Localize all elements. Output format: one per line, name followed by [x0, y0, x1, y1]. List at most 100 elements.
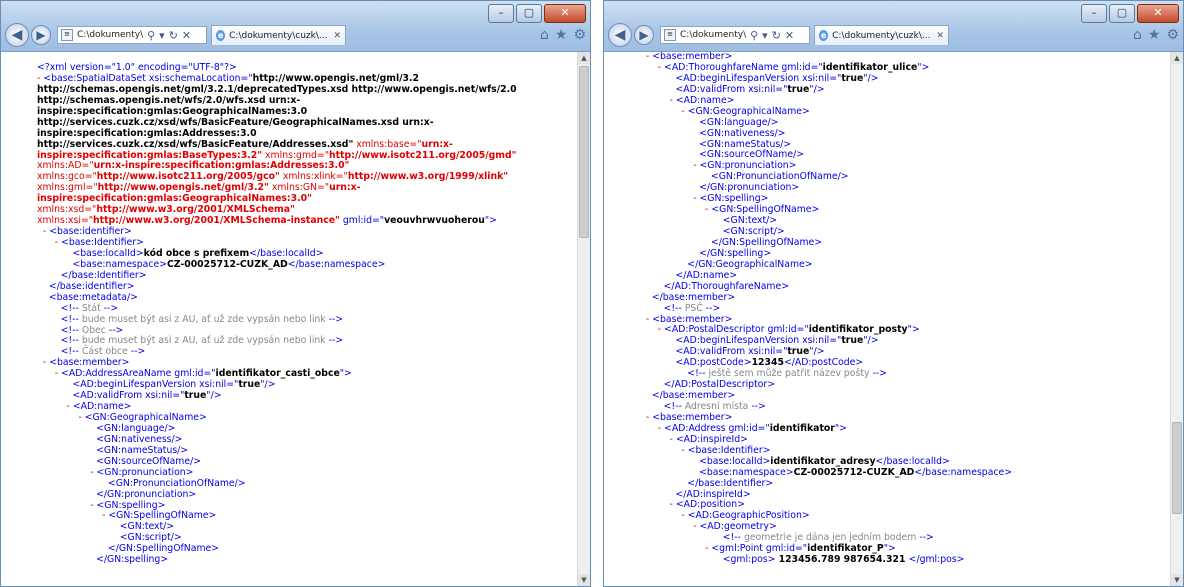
- tab-close-icon[interactable]: ✕: [333, 31, 341, 41]
- xml-token: <!--: [640, 532, 744, 544]
- back-icon[interactable]: ◀: [608, 23, 632, 47]
- collapse-toggle[interactable]: -: [640, 324, 664, 335]
- ie-icon: e: [216, 30, 226, 41]
- xml-token: </AD:ThoroughfareName>: [640, 280, 789, 292]
- vertical-scrollbar[interactable]: ▲ ▼: [577, 52, 590, 586]
- collapse-toggle[interactable]: -: [640, 445, 688, 456]
- scroll-thumb[interactable]: [579, 66, 589, 238]
- xml-token: Stát: [81, 302, 101, 314]
- refresh-icon[interactable]: ↻: [772, 29, 781, 42]
- tab-close-icon[interactable]: ✕: [936, 31, 944, 41]
- minimize-button[interactable]: –: [488, 4, 514, 23]
- xml-token: bude muset být asi z AU, ať už zde vypsá…: [81, 335, 326, 347]
- xml-token: </base:member>: [640, 390, 736, 402]
- xml-token: <GN:nativeness/>: [640, 127, 786, 139]
- maximize-button[interactable]: ▢: [1109, 4, 1135, 23]
- search-icon[interactable]: ⚲: [147, 29, 155, 42]
- xml-token: inspire:specification:gmlas:BaseTypes:3.…: [37, 149, 263, 161]
- collapse-toggle[interactable]: -: [640, 193, 700, 204]
- scroll-down-icon[interactable]: ▼: [578, 574, 590, 586]
- toolbar-icons: ⌂ ★ ⚙: [534, 27, 586, 43]
- gear-icon[interactable]: ⚙: [1166, 27, 1179, 43]
- collapse-toggle[interactable]: -: [640, 95, 676, 106]
- close-button[interactable]: ✕: [1137, 4, 1179, 23]
- collapse-toggle[interactable]: -: [640, 543, 711, 554]
- address-bar[interactable]: ≡ C:\dokumenty\ ⚲ ▾ ↻ ✕: [57, 26, 207, 44]
- xml-token: http://www.w3.org/1999/xlink": [347, 171, 509, 183]
- title-bar: – ▢ ✕ ◀ ▶ ≡ C:\dokumenty\ ⚲ ▾ ↻ ✕ e C:\d…: [1, 1, 590, 52]
- collapse-toggle[interactable]: -: [640, 160, 700, 171]
- xml-token: </AD:PostalDescriptor>: [640, 379, 776, 391]
- xml-token: <base:identifier>: [49, 226, 132, 238]
- dropdown-icon[interactable]: ▾: [762, 29, 768, 42]
- favorites-star-icon[interactable]: ★: [1148, 27, 1161, 43]
- xml-token: <AD:geometry>: [699, 521, 777, 533]
- collapse-toggle[interactable]: -: [37, 467, 97, 478]
- xml-token: xmlns:gmd=": [262, 149, 329, 161]
- browser-tab[interactable]: e C:\dokumenty\cuzk\... ✕: [814, 25, 949, 45]
- xml-token: "/>: [863, 72, 879, 84]
- collapse-toggle[interactable]: -: [37, 368, 61, 379]
- scroll-down-icon[interactable]: ▼: [1171, 574, 1183, 586]
- xml-token: <base:member>: [652, 313, 733, 325]
- xml-token: <GN:language/>: [640, 116, 779, 128]
- collapse-toggle[interactable]: -: [37, 510, 108, 521]
- refresh-icon[interactable]: ↻: [169, 29, 178, 42]
- favorites-star-icon[interactable]: ★: [555, 27, 568, 43]
- vertical-scrollbar[interactable]: ▲ ▼: [1170, 52, 1183, 586]
- collapse-toggle[interactable]: -: [640, 314, 652, 325]
- collapse-toggle[interactable]: -: [640, 499, 676, 510]
- dropdown-icon[interactable]: ▾: [159, 29, 165, 42]
- xml-token: <base:namespace>: [640, 466, 794, 478]
- xml-token: true: [238, 379, 261, 391]
- stop-icon[interactable]: ✕: [182, 29, 191, 42]
- xml-token: geometrie je dána jen jedním bodem: [743, 532, 917, 544]
- xml-token: </GN:SpellingOfName>: [37, 543, 220, 555]
- home-icon[interactable]: ⌂: [540, 27, 549, 43]
- back-icon[interactable]: ◀: [5, 23, 29, 47]
- scroll-up-icon[interactable]: ▲: [1171, 52, 1183, 64]
- xml-token: -->: [869, 368, 887, 380]
- collapse-toggle[interactable]: -: [37, 500, 97, 511]
- address-bar[interactable]: ≡ C:\dokumenty\ ⚲ ▾ ↻ ✕: [660, 26, 810, 44]
- scroll-up-icon[interactable]: ▲: [578, 52, 590, 64]
- collapse-toggle[interactable]: -: [640, 521, 700, 532]
- collapse-toggle[interactable]: -: [640, 510, 688, 521]
- collapse-toggle[interactable]: -: [37, 412, 85, 423]
- collapse-toggle[interactable]: -: [640, 412, 652, 423]
- gear-icon[interactable]: ⚙: [573, 27, 586, 43]
- collapse-toggle[interactable]: -: [640, 106, 688, 117]
- maximize-button[interactable]: ▢: [516, 4, 542, 23]
- xml-token: ">: [883, 543, 896, 555]
- collapse-toggle[interactable]: -: [640, 434, 676, 445]
- xml-token: </base:localId>: [875, 455, 950, 467]
- xml-token: </AD:name>: [640, 269, 738, 281]
- collapse-toggle[interactable]: -: [640, 423, 664, 434]
- xml-token: -->: [325, 313, 344, 325]
- xml-token: true: [184, 390, 207, 402]
- collapse-toggle[interactable]: -: [640, 204, 711, 215]
- xml-token: <!--: [37, 346, 82, 358]
- tab-label: C:\dokumenty\cuzk\...: [832, 30, 931, 41]
- minimize-button[interactable]: –: [1081, 4, 1107, 23]
- home-icon[interactable]: ⌂: [1133, 27, 1142, 43]
- xml-token: <GN:script/>: [640, 226, 785, 237]
- forward-icon[interactable]: ▶: [634, 25, 654, 45]
- caption-buttons: – ▢ ✕: [486, 4, 586, 23]
- forward-icon[interactable]: ▶: [31, 25, 51, 45]
- collapse-toggle[interactable]: -: [640, 62, 664, 73]
- collapse-toggle[interactable]: -: [640, 52, 652, 62]
- collapse-toggle[interactable]: -: [37, 226, 49, 237]
- xml-token: xmlns:xlink=": [279, 171, 348, 183]
- collapse-toggle[interactable]: -: [37, 401, 73, 412]
- scroll-thumb[interactable]: [1172, 422, 1182, 514]
- search-icon[interactable]: ⚲: [750, 29, 758, 42]
- browser-tab[interactable]: e C:\dokumenty\cuzk\... ✕: [211, 25, 346, 45]
- close-button[interactable]: ✕: [544, 4, 586, 23]
- collapse-toggle[interactable]: -: [37, 357, 49, 368]
- xml-token: bude muset být asi z AU, ať už zde vypsá…: [81, 313, 326, 325]
- xml-token: </AD:inspireId>: [640, 488, 751, 500]
- stop-icon[interactable]: ✕: [785, 29, 794, 42]
- ie-icon: e: [819, 30, 829, 41]
- collapse-toggle[interactable]: -: [37, 237, 61, 248]
